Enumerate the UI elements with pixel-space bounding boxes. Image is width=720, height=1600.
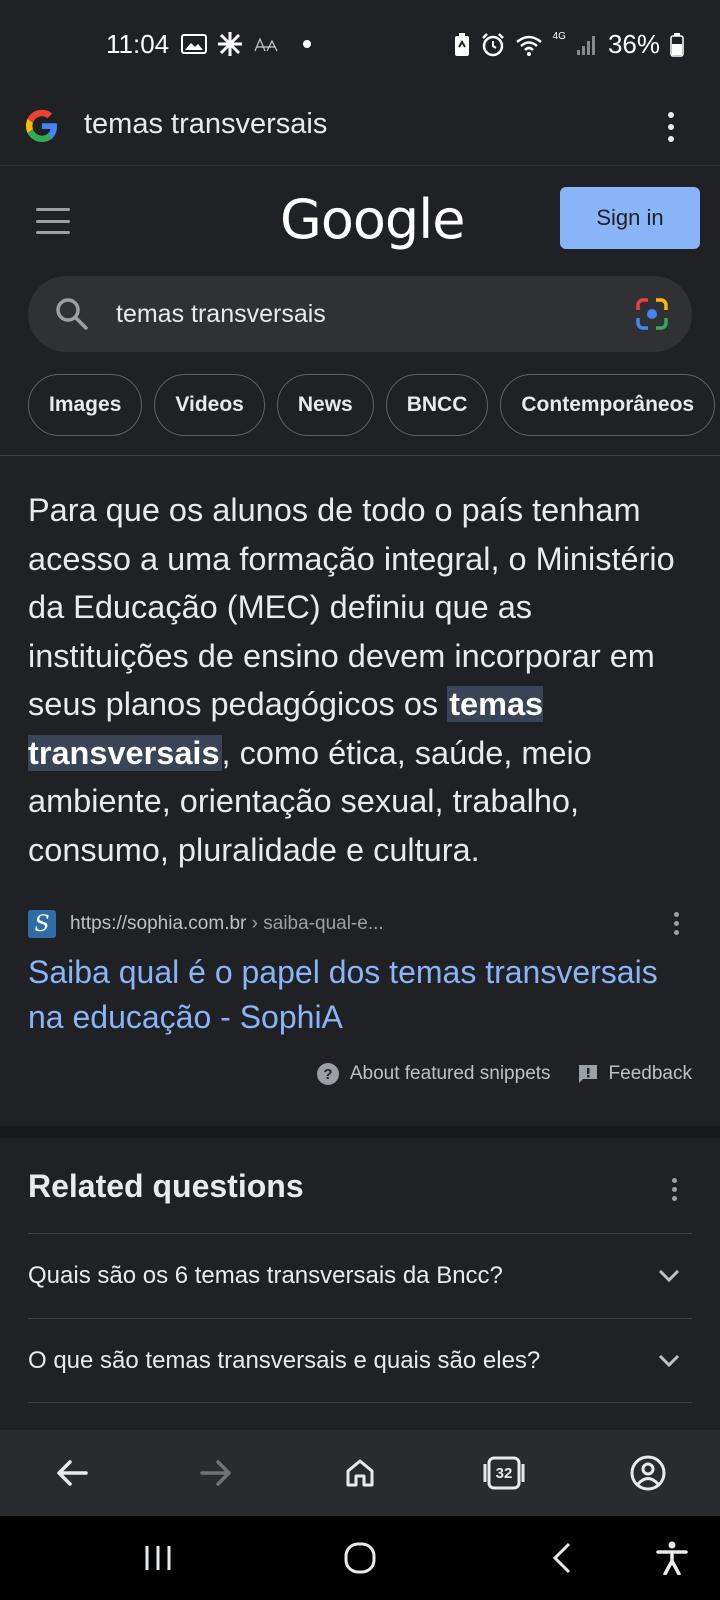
search-query-text[interactable]: temas transversais <box>116 300 326 329</box>
feedback-label: Feedback <box>608 1063 692 1084</box>
arrow-left-icon <box>57 1460 88 1486</box>
result-url[interactable]: https://sophia.com.br › saiba-qual-e... <box>70 913 384 935</box>
browser-menu-button[interactable] <box>664 102 678 152</box>
status-right: 4G 36% <box>453 29 684 60</box>
arrow-right-icon <box>200 1460 231 1486</box>
help-icon: ? <box>316 1063 339 1085</box>
google-lens-icon[interactable] <box>634 296 670 332</box>
svg-text:?: ? <box>323 1066 332 1083</box>
notification-icons <box>181 31 311 57</box>
more-notifications-dot <box>303 40 311 48</box>
network-type: 4G <box>552 31 566 42</box>
battery-percent: 36% <box>607 29 660 59</box>
snippet-text-before: Para que os alunos de todo o país tenham… <box>28 492 675 722</box>
recent-apps-button[interactable] <box>128 1534 188 1582</box>
browser-url-bar[interactable]: temas transversais <box>0 88 720 166</box>
back-button[interactable] <box>42 1443 102 1503</box>
related-more-options-button[interactable] <box>672 1178 678 1201</box>
menu-icon[interactable] <box>36 208 70 234</box>
system-navigation-bar <box>0 1516 720 1600</box>
app-notification-icon-2 <box>254 37 278 52</box>
result-title-link[interactable]: Saiba qual é o papel dos temas transvers… <box>28 950 668 1040</box>
snippet-footer: ? About featured snippets Feedback <box>316 1062 692 1086</box>
forward-button[interactable] <box>186 1443 246 1503</box>
result-domain: https://sophia.com.br <box>70 913 247 934</box>
filter-chips: Images Videos News BNCC Contemporâneos <box>28 374 716 436</box>
search-icon[interactable] <box>54 296 90 332</box>
gallery-notification-icon <box>181 34 207 54</box>
google-g-icon <box>26 109 57 142</box>
status-bar: 11:04 4G 36% <box>0 0 720 88</box>
related-question-text: Quais são os 6 temas transversais da Bnc… <box>28 1262 503 1289</box>
account-button[interactable] <box>618 1443 678 1503</box>
alarm-icon <box>481 32 504 56</box>
result-more-options-button[interactable] <box>674 912 680 935</box>
related-questions-title: Related questions <box>28 1168 304 1204</box>
tab-count: 32 <box>495 1464 513 1482</box>
chip-videos[interactable]: Videos <box>154 374 265 436</box>
system-home-button[interactable] <box>330 1534 390 1582</box>
result-path: › saiba-qual-e... <box>246 913 384 934</box>
tabs-button[interactable]: 32 <box>474 1443 534 1503</box>
url-bar-query[interactable]: temas transversais <box>84 108 327 141</box>
system-back-button[interactable] <box>532 1534 592 1582</box>
recent-apps-icon <box>145 1546 171 1570</box>
related-question-item[interactable]: O que são temas transversais e quais são… <box>28 1318 692 1403</box>
feedback-icon <box>578 1065 597 1083</box>
related-questions-list: Quais são os 6 temas transversais da Bnc… <box>28 1233 692 1403</box>
battery-icon <box>670 32 684 57</box>
related-questions: Related questions Quais são os 6 temas t… <box>0 1138 720 1430</box>
status-time: 11:04 <box>106 29 170 59</box>
wifi-icon <box>515 35 542 56</box>
chevron-down-icon <box>658 1269 680 1283</box>
home-circle-icon <box>344 1542 376 1574</box>
featured-snippet: Para que os alunos de todo o país tenham… <box>0 456 720 1126</box>
snippet-text: Para que os alunos de todo o país tenham… <box>28 486 698 874</box>
chip-images[interactable]: Images <box>28 374 143 436</box>
about-featured-snippets-link[interactable]: ? About featured snippets <box>316 1062 551 1086</box>
signal-icon <box>576 35 595 55</box>
section-divider <box>0 1126 720 1138</box>
chip-news[interactable]: News <box>276 374 374 436</box>
sophia-favicon: S <box>28 910 56 938</box>
related-question-item[interactable]: Quais são os 6 temas transversais da Bnc… <box>28 1233 692 1318</box>
home-button[interactable] <box>330 1443 390 1503</box>
browser-bottom-toolbar: 32 <box>0 1430 720 1516</box>
about-featured-snippets-label: About featured snippets <box>349 1063 551 1084</box>
chip-contemporaneos[interactable]: Contemporâneos <box>500 374 716 436</box>
app-notification-icon <box>218 32 242 56</box>
account-icon <box>630 1455 666 1491</box>
sign-in-button[interactable]: Sign in <box>560 187 700 249</box>
chip-bncc[interactable]: BNCC <box>385 374 489 436</box>
accessibility-button[interactable] <box>642 1534 702 1582</box>
google-header: Google Sign in temas transversais Images… <box>0 166 720 456</box>
result-source[interactable]: S https://sophia.com.br › saiba-qual-e..… <box>28 910 692 940</box>
battery-saver-icon <box>454 32 469 56</box>
chevron-down-icon <box>658 1354 680 1367</box>
back-chevron-icon <box>552 1542 571 1574</box>
search-input[interactable]: temas transversais <box>28 276 692 352</box>
related-question-text: O que são temas transversais e quais são… <box>28 1346 541 1374</box>
home-icon <box>346 1459 374 1487</box>
accessibility-icon <box>656 1541 688 1575</box>
google-logo[interactable]: Google <box>280 188 465 251</box>
feedback-link[interactable]: Feedback <box>577 1063 692 1085</box>
